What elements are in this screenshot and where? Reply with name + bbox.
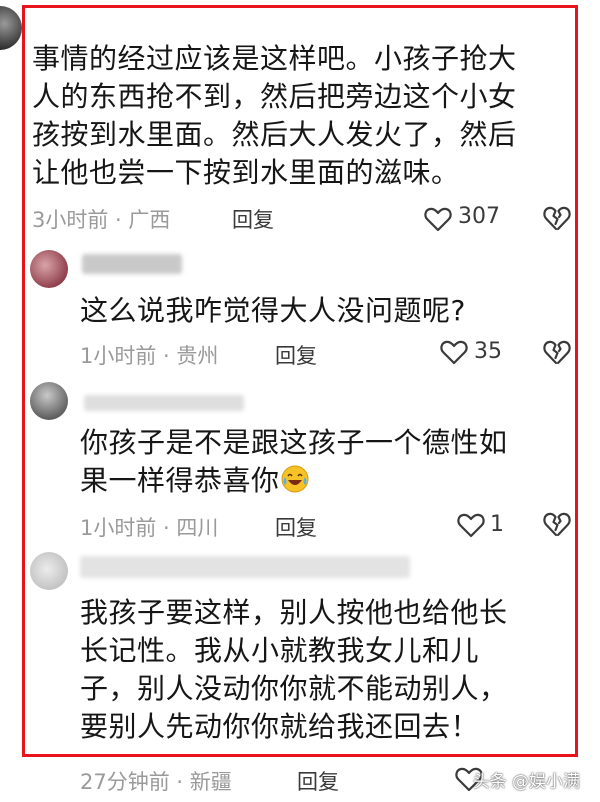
- blurred-username: [80, 556, 410, 578]
- watermark: 头条 @娱小满: [473, 767, 580, 792]
- heart-outline-icon[interactable]: [457, 512, 485, 538]
- reply-text: 你孩子是不是跟这孩子一个德性如 果一样得恭喜你: [80, 424, 560, 500]
- broken-heart-icon[interactable]: [543, 338, 571, 366]
- broken-heart-icon[interactable]: [543, 510, 571, 538]
- blurred-username: [82, 254, 182, 274]
- blurred-username: [84, 395, 244, 411]
- avatar[interactable]: [30, 552, 68, 590]
- like-count: 35: [474, 339, 502, 364]
- like-count: 307: [458, 204, 500, 229]
- heart-outline-icon[interactable]: [440, 339, 468, 365]
- comment-meta: 3小时前 · 广西: [32, 208, 171, 232]
- comment-meta: 27分钟前 · 新疆: [80, 770, 232, 794]
- laughing-crying-emoji-icon: [281, 465, 309, 493]
- reply-button[interactable]: 回复: [275, 512, 317, 542]
- heart-outline-icon[interactable]: [424, 206, 452, 232]
- broken-heart-icon[interactable]: [543, 204, 571, 232]
- like-count: 1: [490, 512, 504, 537]
- avatar[interactable]: [0, 6, 22, 50]
- reply-button[interactable]: 回复: [297, 766, 339, 796]
- reply-text: 这么说我咋觉得大人没问题呢?: [80, 294, 466, 327]
- watermark-text: 头条 @娱小满: [472, 772, 580, 792]
- reply-button[interactable]: 回复: [275, 340, 317, 370]
- comment-meta: 1小时前 · 贵州: [80, 344, 219, 368]
- reply-button[interactable]: 回复: [232, 204, 274, 234]
- comment-meta: 1小时前 · 四川: [80, 516, 219, 540]
- avatar[interactable]: [30, 382, 68, 420]
- avatar[interactable]: [30, 250, 68, 288]
- main-comment-text: 事情的经过应该是这样吧。小孩子抢大 人的东西抢不到，然后把旁边这个小女 孩按到水…: [32, 42, 517, 189]
- reply-text: 我孩子要这样，别人按他也给他长 长记性。我从小就教我女儿和儿 子，别人没动你你就…: [80, 596, 508, 743]
